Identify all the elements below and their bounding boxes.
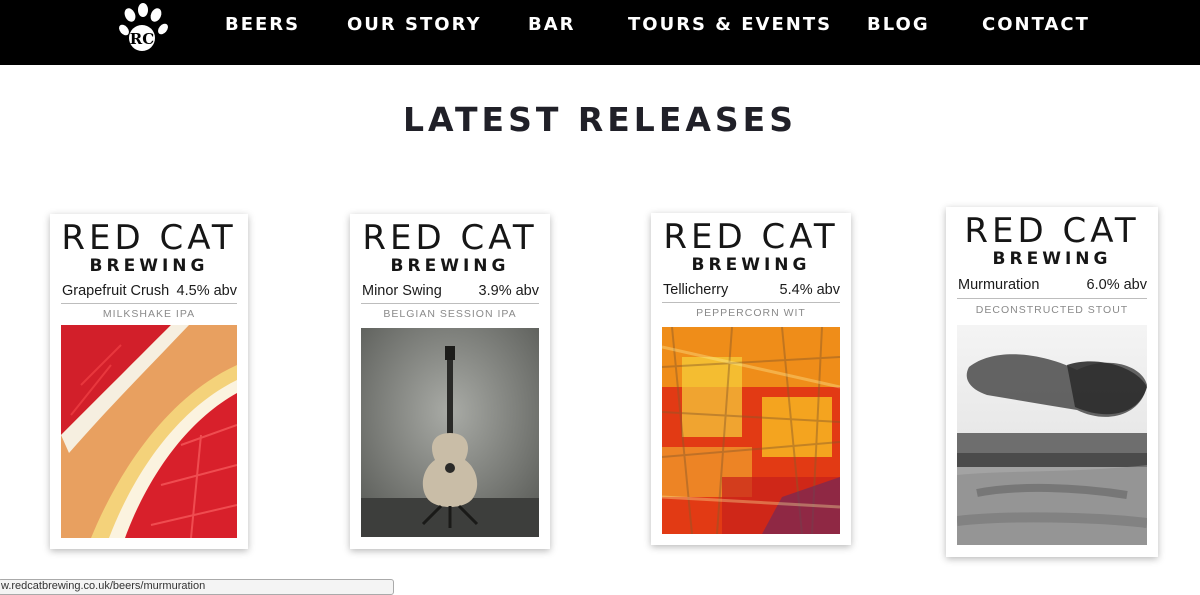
beer-name: Murmuration — [958, 277, 1040, 293]
beer-name: Tellicherry — [663, 282, 729, 298]
brand-name: RED CAT — [663, 217, 839, 257]
grapefruit-image — [61, 325, 237, 538]
abstract-paint-image — [662, 327, 840, 534]
paw-logo-icon[interactable]: RC — [116, 3, 170, 57]
beer-abv: 6.0% abv — [1086, 277, 1147, 293]
divider — [361, 303, 539, 304]
nav-tours-events[interactable]: TOURS & EVENTS — [628, 14, 832, 35]
page-title: LATEST RELEASES — [403, 100, 797, 139]
beer-card-murmuration[interactable]: RED CAT BREWING Murmuration 6.0% abv DEC… — [946, 207, 1158, 557]
beer-abv: 4.5% abv — [176, 283, 237, 299]
top-navigation: RC BEERS OUR STORY BAR TOURS & EVENTS BL… — [0, 0, 1200, 65]
guitar-image — [361, 328, 539, 537]
nav-blog[interactable]: BLOG — [867, 14, 930, 35]
beer-abv: 5.4% abv — [779, 282, 840, 298]
divider — [61, 303, 237, 304]
nav-our-story[interactable]: OUR STORY — [347, 14, 482, 35]
beer-style: BELGIAN SESSION IPA — [383, 308, 517, 320]
beer-card-tellicherry[interactable]: RED CAT BREWING Tellicherry 5.4% abv PEP… — [651, 213, 851, 545]
nav-bar[interactable]: BAR — [528, 14, 576, 35]
beer-name: Grapefruit Crush — [62, 283, 170, 299]
brand-name: RED CAT — [362, 218, 538, 258]
beer-style: PEPPERCORN WIT — [696, 307, 806, 319]
nav-beers[interactable]: BEERS — [225, 14, 300, 35]
beer-style: DECONSTRUCTED STOUT — [975, 304, 1129, 316]
brand-subtitle: BREWING — [992, 249, 1112, 269]
brand-subtitle: BREWING — [89, 256, 209, 276]
beer-abv: 3.9% abv — [478, 283, 539, 299]
starling-murmuration-image — [957, 325, 1147, 545]
browser-status-url: w.redcatbrewing.co.uk/beers/murmuration — [0, 579, 394, 595]
divider — [957, 298, 1147, 299]
beer-style: MILKSHAKE IPA — [102, 308, 196, 320]
brand-subtitle: BREWING — [691, 255, 811, 275]
svg-text:RC: RC — [130, 30, 154, 48]
brand-name: RED CAT — [964, 211, 1140, 251]
brand-name: RED CAT — [61, 218, 237, 258]
beer-card-minor-swing[interactable]: RED CAT BREWING Minor Swing 3.9% abv BEL… — [350, 214, 550, 549]
brand-subtitle: BREWING — [390, 256, 510, 276]
beer-card-grapefruit-crush[interactable]: RED CAT BREWING Grapefruit Crush 4.5% ab… — [50, 214, 248, 549]
beer-name: Minor Swing — [362, 283, 442, 299]
divider — [662, 302, 840, 303]
nav-contact[interactable]: CONTACT — [982, 14, 1090, 35]
